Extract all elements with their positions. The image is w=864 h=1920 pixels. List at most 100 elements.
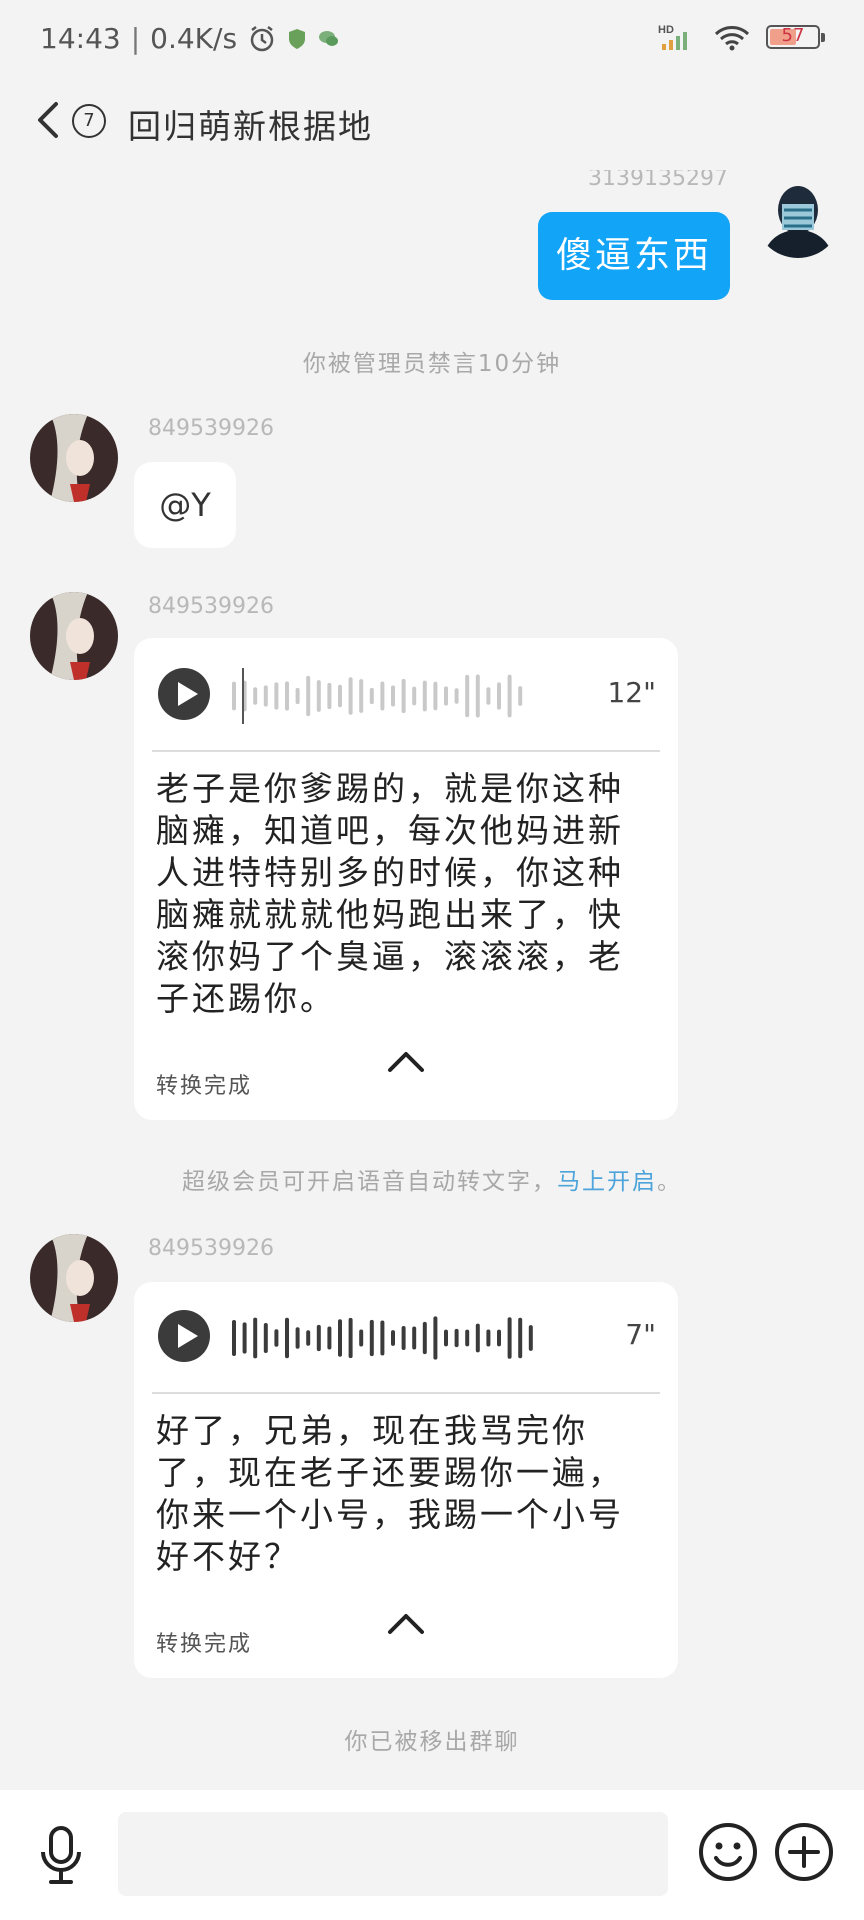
waveform-bar [422, 680, 427, 712]
system-notice-muted: 你被管理员禁言10分钟 [302, 351, 562, 377]
waveform-bar [253, 687, 258, 705]
sender-avatar[interactable] [30, 1234, 118, 1322]
waveform-bar [348, 677, 353, 715]
waveform-bar [444, 1329, 448, 1347]
waveform-bar [295, 1327, 300, 1349]
sender-avatar[interactable] [30, 414, 118, 502]
play-icon[interactable] [158, 1310, 210, 1362]
waveform-bar [528, 1325, 533, 1351]
status-net-speed: 0.4K/s [150, 22, 238, 55]
conversion-status: 转换完成 [156, 1074, 253, 1099]
waveform-bar [507, 1317, 512, 1359]
status-bar: 14:43 | 0.4K/s HD 57 [0, 0, 864, 80]
system-notice-vip: 超级会员可开启语音自动转文字，马上开启。 [0, 1162, 864, 1196]
waveform-bar [348, 1317, 353, 1359]
waveform-bar [486, 687, 491, 705]
voice-duration: 12" [607, 676, 656, 709]
message-input[interactable] [118, 1812, 668, 1896]
playhead[interactable] [242, 668, 244, 724]
waveform-bar [433, 681, 438, 711]
input-bar [0, 1790, 864, 1920]
sender-avatar[interactable] [30, 592, 118, 680]
shield-icon [289, 28, 306, 49]
waveform-bar [486, 1329, 491, 1347]
waveform-bar [285, 681, 289, 711]
waveform-bar [380, 1320, 385, 1356]
system-notice-removed: 你已被移出群聊 [344, 1729, 520, 1755]
waveform-bar [338, 1319, 342, 1357]
sender-id: 849539926 [148, 416, 274, 441]
waveform-bar [412, 1326, 417, 1350]
battery-icon: 57 [766, 25, 825, 49]
waveform-bar [232, 1320, 236, 1356]
divider [152, 750, 660, 752]
wechat-icon [319, 30, 339, 46]
voice-duration: 7" [625, 1318, 656, 1351]
status-separator: | [130, 22, 141, 55]
waveform-bar [465, 674, 470, 718]
back-arrow-icon[interactable] [34, 100, 62, 140]
waveform-bar [518, 1317, 523, 1359]
waveform-bar [285, 1317, 289, 1359]
voice-message-card[interactable]: 7" 好了，兄弟，现在我骂完你了，现在老子还要踢你一遍，你来一个小号，我踢一个小… [134, 1282, 678, 1678]
voice-transcript: 老子是你爹踢的，就是你这种脑瘫，知道吧，每次他妈进新人进特特别多的时候，你这种脑… [156, 769, 624, 1018]
waveform-bar [327, 682, 332, 710]
waveform-bar [295, 687, 300, 705]
waveform-bar [401, 678, 406, 714]
alarm-icon [250, 25, 274, 51]
voice-transcript: 好了，兄弟，现在我骂完你了，现在老子还要踢你一遍，你来一个小号，我踢一个小号好不… [156, 1411, 624, 1576]
waveform-bar [316, 680, 321, 712]
waveform-bar [497, 682, 501, 710]
waveform-bar [444, 686, 448, 706]
collapse-chevron-icon[interactable] [386, 1612, 426, 1636]
waveform-bar [391, 1330, 395, 1346]
waveform-bar [475, 674, 480, 718]
waveform-bar [274, 682, 279, 710]
waveform-bar [412, 686, 417, 706]
plus-icon[interactable] [772, 1820, 836, 1884]
emoji-icon[interactable] [696, 1820, 760, 1884]
waveform-bar [454, 1328, 459, 1348]
waveform-bar [369, 1319, 374, 1357]
voice-message-card[interactable]: 12" 老子是你爹踢的，就是你这种脑瘫，知道吧，每次他妈进新人进特特别多的时候，… [134, 638, 678, 1120]
voice-waveform[interactable] [228, 668, 738, 724]
signal-label: HD [658, 24, 674, 36]
waveform-bar [475, 1323, 480, 1353]
vip-notice-end: 。 [657, 1169, 682, 1195]
signal-icon: HD [658, 24, 687, 50]
waveform-bar [316, 1324, 321, 1352]
sender-id: 849539926 [148, 594, 274, 619]
voice-waveform[interactable] [228, 1310, 738, 1366]
waveform-bar [359, 1329, 364, 1347]
waveform-bar [380, 681, 385, 711]
waveform-bar [454, 688, 459, 704]
my-message-bubble[interactable]: 傻逼东西 [538, 212, 730, 300]
conversion-status: 转换完成 [156, 1632, 253, 1657]
waveform-bar [401, 1326, 406, 1350]
waveform-bar [327, 1326, 332, 1350]
my-avatar[interactable] [754, 170, 842, 258]
waveform-bar [391, 685, 395, 707]
sender-id: 849539926 [148, 1236, 274, 1261]
waveform-bar [422, 1321, 427, 1355]
waveform-bar [274, 1329, 279, 1347]
unread-count-badge[interactable]: 7 [72, 104, 106, 138]
enable-now-link[interactable]: 马上开启 [557, 1169, 657, 1195]
waveform-bar [263, 1322, 268, 1354]
microphone-icon[interactable] [36, 1824, 86, 1886]
collapse-chevron-icon[interactable] [386, 1050, 426, 1074]
waveform-bar [369, 687, 374, 705]
waveform-bar [338, 684, 342, 708]
battery-level: 57 [781, 25, 805, 46]
message-bubble[interactable]: @Y [134, 462, 236, 548]
waveform-bar [263, 685, 268, 707]
group-title[interactable]: 回归萌新根据地 [128, 100, 373, 148]
play-icon[interactable] [158, 668, 210, 720]
waveform-bar [518, 686, 523, 706]
waveform-bar [507, 674, 512, 718]
waveform-bar [232, 681, 236, 711]
vip-notice-text: 超级会员可开启语音自动转文字， [182, 1169, 557, 1195]
wifi-icon [714, 26, 750, 51]
waveform-bar [306, 1330, 311, 1346]
status-time: 14:43 [40, 22, 121, 55]
